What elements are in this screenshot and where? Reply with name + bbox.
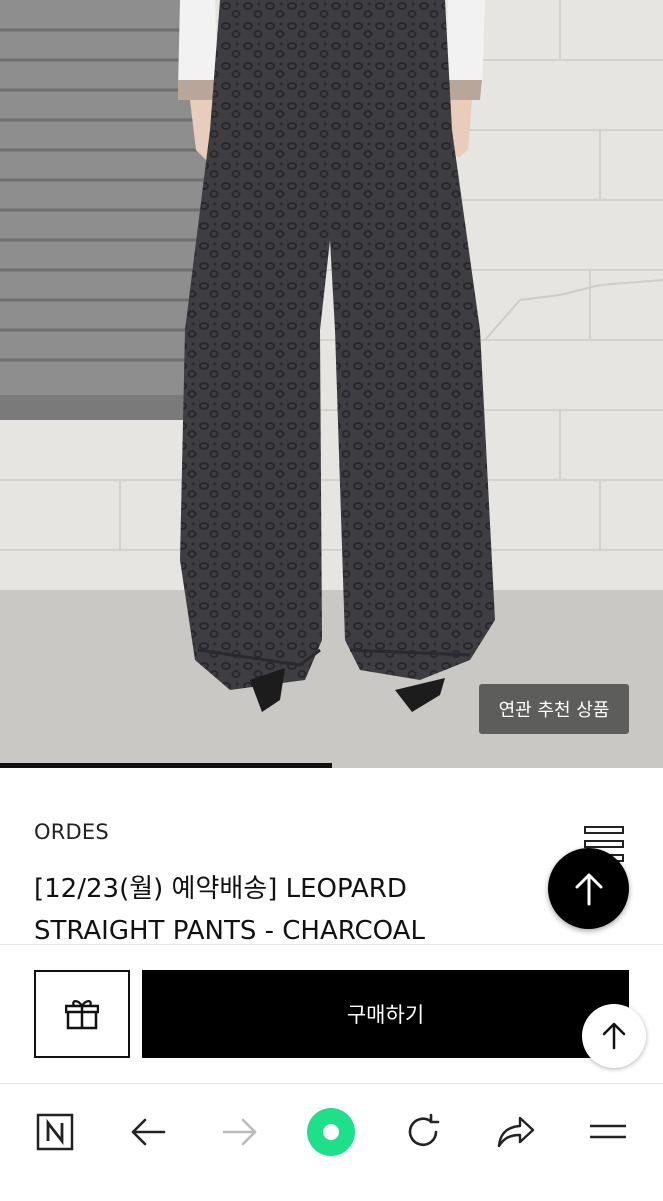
product-title-line1: [12/23(월) 예약배송] LEOPARD bbox=[34, 874, 407, 904]
share-icon bbox=[497, 1116, 535, 1148]
image-progress-bar bbox=[0, 763, 332, 768]
browser-nav-bar bbox=[0, 1083, 663, 1201]
arrow-up-icon bbox=[575, 873, 602, 905]
arrow-right-icon bbox=[222, 1118, 257, 1146]
green-dot-button[interactable] bbox=[303, 1104, 359, 1160]
share-button[interactable] bbox=[488, 1104, 544, 1160]
related-products-button[interactable]: 연관 추천 상품 bbox=[479, 684, 629, 734]
forward-button[interactable] bbox=[212, 1104, 268, 1160]
gift-icon bbox=[65, 1000, 99, 1030]
back-button[interactable] bbox=[120, 1104, 176, 1160]
buy-button[interactable]: 구매하기 bbox=[142, 970, 629, 1058]
scroll-top-small-button[interactable] bbox=[582, 1004, 646, 1068]
product-image[interactable]: 연관 추천 상품 bbox=[0, 0, 663, 768]
arrow-up-icon bbox=[602, 1022, 626, 1050]
arrow-left-icon bbox=[131, 1118, 166, 1146]
brand-name[interactable]: ORDES bbox=[34, 820, 109, 844]
naver-n-icon bbox=[36, 1113, 74, 1151]
scroll-top-button[interactable] bbox=[548, 848, 629, 929]
naver-home-button[interactable] bbox=[27, 1104, 83, 1160]
gift-button[interactable] bbox=[34, 970, 130, 1058]
menu-button[interactable] bbox=[580, 1104, 636, 1160]
reload-icon bbox=[408, 1113, 440, 1147]
menu-icon bbox=[590, 1124, 626, 1139]
green-dot-icon bbox=[307, 1108, 355, 1156]
reload-button[interactable] bbox=[395, 1104, 451, 1160]
product-title: [12/23(월) 예약배송] LEOPARD STRAIGHT PANTS -… bbox=[34, 868, 514, 952]
